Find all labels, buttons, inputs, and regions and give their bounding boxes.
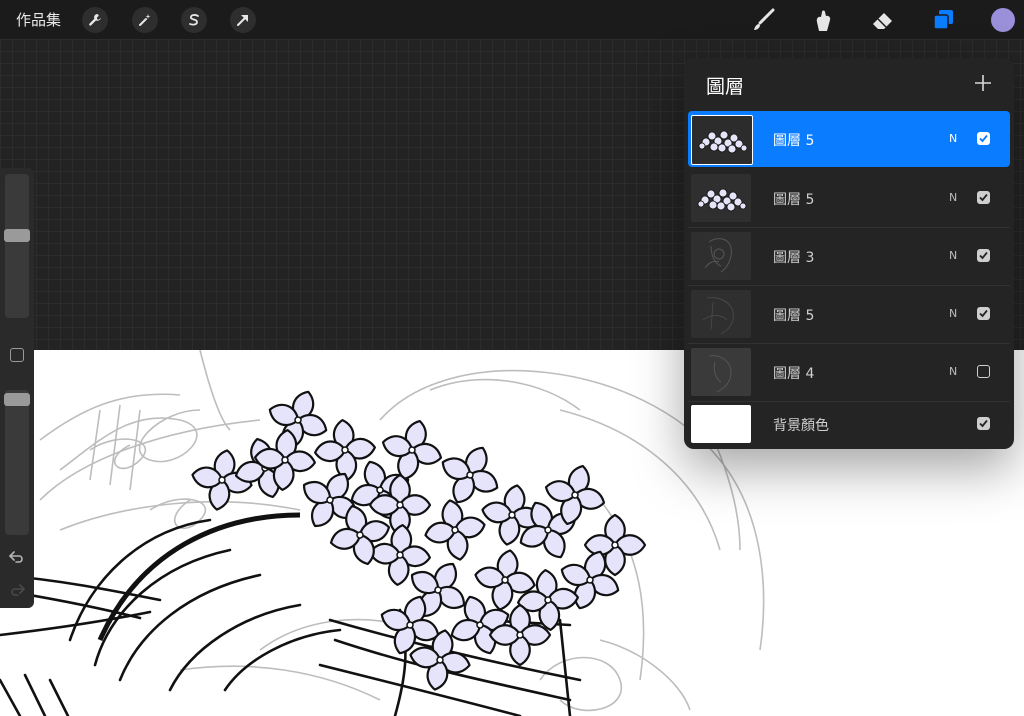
top-toolbar: 作品集	[0, 0, 1024, 39]
visibility-checkbox[interactable]	[977, 191, 990, 204]
layer-name: 圖層 5	[773, 192, 815, 208]
layer-name: 圖層 4	[773, 366, 815, 382]
checkmark-icon	[979, 419, 988, 428]
brush-size-thumb[interactable]	[4, 229, 30, 243]
magic-wand-icon[interactable]	[132, 7, 158, 33]
gallery-button[interactable]: 作品集	[16, 9, 61, 30]
modifier-square-icon[interactable]	[10, 348, 24, 362]
layers-icon[interactable]	[928, 5, 958, 35]
layer-name: 圖層 5	[773, 308, 815, 324]
layer-row[interactable]: 圖層 5 N	[688, 111, 1010, 167]
color-picker[interactable]	[991, 8, 1015, 32]
selection-icon[interactable]	[181, 7, 207, 33]
flower-floret	[381, 419, 443, 481]
undo-icon[interactable]	[9, 550, 25, 564]
layer-thumbnail	[691, 232, 751, 280]
layers-panel: 圖層 圖層 5 N 圖層 5 N 圖層 3 N 圖層 5 N 圖層 4 N 背景…	[684, 58, 1014, 449]
visibility-checkbox[interactable]	[977, 132, 990, 145]
blend-mode[interactable]: N	[949, 132, 957, 145]
visibility-checkbox[interactable]	[977, 249, 990, 262]
redo-icon[interactable]	[9, 583, 25, 597]
opacity-thumb[interactable]	[4, 392, 30, 406]
visibility-checkbox[interactable]	[977, 365, 990, 378]
visibility-checkbox[interactable]	[977, 307, 990, 320]
hydrangea-flowers	[191, 390, 647, 691]
checkmark-icon	[979, 193, 988, 202]
layer-thumbnail	[691, 115, 753, 165]
layer-row[interactable]: 圖層 5 N	[688, 170, 1010, 226]
layer-name: 背景顏色	[773, 418, 829, 434]
blend-mode[interactable]: N	[949, 307, 957, 320]
layer-name: 圖層 3	[773, 250, 815, 266]
background-thumbnail	[691, 405, 751, 443]
panel-title: 圖層	[706, 76, 745, 98]
background-color-layer[interactable]: 背景顏色	[688, 400, 1010, 448]
add-layer-button[interactable]	[968, 68, 998, 98]
eraser-icon[interactable]	[868, 5, 898, 35]
brush-size-slider[interactable]	[5, 174, 29, 318]
left-sidebar	[0, 168, 34, 608]
visibility-checkbox[interactable]	[977, 417, 990, 430]
plus-icon	[975, 75, 991, 91]
checkmark-icon	[979, 251, 988, 260]
layer-row[interactable]: 圖層 5 N	[688, 286, 1010, 342]
layer-thumbnail	[691, 174, 751, 222]
layer-row[interactable]: 圖層 4 N	[688, 344, 1010, 400]
layer-thumbnail	[691, 290, 751, 338]
opacity-slider[interactable]	[5, 390, 29, 535]
checkmark-icon	[979, 134, 988, 143]
layer-thumbnail	[691, 348, 751, 396]
brush-icon[interactable]	[748, 5, 778, 35]
blend-mode[interactable]: N	[949, 191, 957, 204]
checkmark-icon	[979, 309, 988, 318]
smudge-icon[interactable]	[808, 5, 838, 35]
transform-arrow-icon[interactable]	[230, 7, 256, 33]
blend-mode[interactable]: N	[949, 365, 957, 378]
blend-mode[interactable]: N	[949, 249, 957, 262]
layer-row[interactable]: 圖層 3 N	[688, 228, 1010, 284]
layer-name: 圖層 5	[773, 133, 815, 149]
wrench-icon[interactable]	[82, 7, 108, 33]
